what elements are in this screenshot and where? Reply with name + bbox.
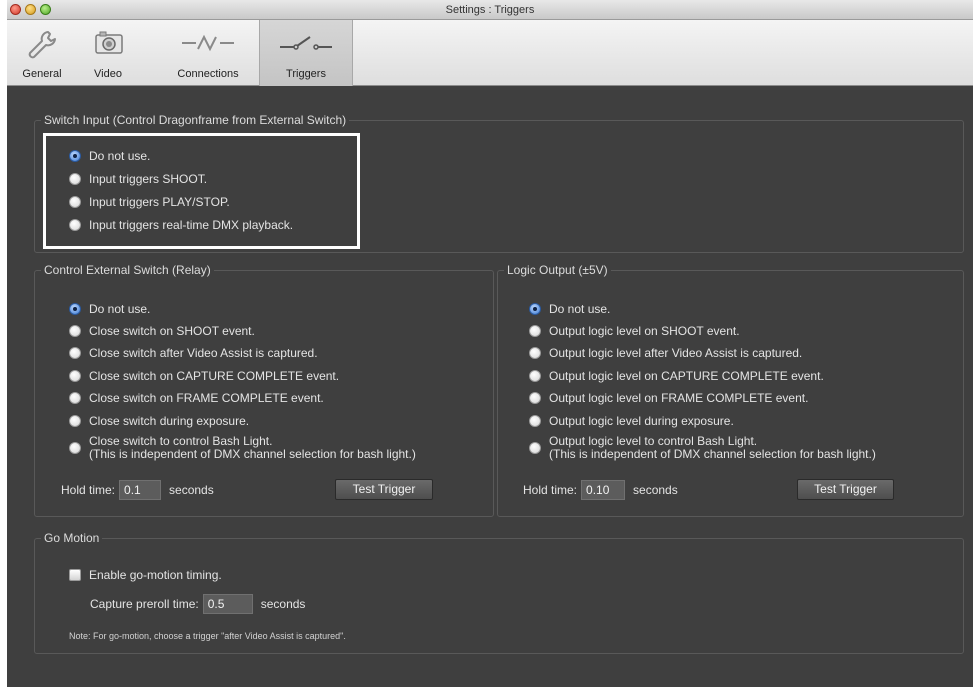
capture-preroll-label: Capture preroll time: <box>90 597 199 611</box>
capture-preroll: Capture preroll time: 0.5 seconds <box>90 594 305 614</box>
relay-option-exposure[interactable]: Close switch during exposure. <box>69 414 249 428</box>
hold-time-unit: seconds <box>169 483 214 497</box>
capture-preroll-unit: seconds <box>260 597 306 611</box>
radio-button-selected[interactable] <box>529 303 541 315</box>
relay-option-bash-light[interactable]: Close switch to control Bash Light. (Thi… <box>69 435 416 461</box>
tab-general-label: General <box>22 68 62 80</box>
logic-hold-time: Hold time: 0.10 seconds <box>523 480 678 500</box>
logic-option-bash-light[interactable]: Output logic level to control Bash Light… <box>529 435 876 461</box>
tab-connections-label: Connections <box>177 68 239 80</box>
logic-option-video-assist[interactable]: Output logic level after Video Assist is… <box>529 346 802 360</box>
tab-general[interactable]: General <box>7 20 77 86</box>
preferences-toolbar: General Video Connections Triggers <box>7 20 973 86</box>
enable-go-motion-label: Enable go-motion timing. <box>89 568 222 582</box>
switch-input-option-dmx[interactable]: Input triggers real-time DMX playback. <box>69 218 293 232</box>
logic-option-exposure[interactable]: Output logic level during exposure. <box>529 414 734 428</box>
radio-button-selected[interactable] <box>69 303 81 315</box>
settings-window: Settings : Triggers General Video Connec… <box>7 0 973 687</box>
radio-label: Output logic level after Video Assist is… <box>549 346 803 360</box>
radio-label: Output logic level on SHOOT event. <box>549 324 740 338</box>
triggers-panel: Switch Input (Control Dragonframe from E… <box>7 87 973 687</box>
switch-input-option-shoot[interactable]: Input triggers SHOOT. <box>69 172 207 186</box>
hold-time-label: Hold time: <box>61 483 116 497</box>
relay-option-video-assist[interactable]: Close switch after Video Assist is captu… <box>69 346 318 360</box>
radio-label: Close switch after Video Assist is captu… <box>89 346 318 360</box>
radio-label: Close switch during exposure. <box>89 414 250 428</box>
relay-test-trigger-button[interactable]: Test Trigger <box>335 479 433 500</box>
hold-time-unit: seconds <box>633 483 678 497</box>
radio-button[interactable] <box>69 442 81 454</box>
radio-label-multiline: Output logic level to control Bash Light… <box>549 435 876 461</box>
radio-button[interactable] <box>529 325 541 337</box>
capture-preroll-input[interactable]: 0.5 <box>202 594 253 614</box>
logic-option-shoot[interactable]: Output logic level on SHOOT event. <box>529 324 740 338</box>
radio-label: Do not use. <box>89 302 151 316</box>
logic-hold-time-input[interactable]: 0.10 <box>581 480 626 500</box>
radio-button[interactable] <box>69 196 81 208</box>
radio-label: Input triggers SHOOT. <box>89 172 208 186</box>
radio-button[interactable] <box>529 442 541 454</box>
radio-label: Output logic level during exposure. <box>549 414 734 428</box>
radio-label: Close switch on CAPTURE COMPLETE event. <box>89 369 340 383</box>
go-motion-note: Note: For go-motion, choose a trigger "a… <box>69 631 346 641</box>
radio-button[interactable] <box>529 370 541 382</box>
go-motion-title: Go Motion <box>41 531 103 545</box>
radio-label-multiline: Close switch to control Bash Light. (Thi… <box>89 435 416 461</box>
relay-hold-time: Hold time: 0.1 seconds <box>61 480 214 500</box>
relay-option-capture-complete[interactable]: Close switch on CAPTURE COMPLETE event. <box>69 369 339 383</box>
relay-option-do-not-use[interactable]: Do not use. <box>69 302 150 316</box>
radio-label: Do not use. <box>549 302 611 316</box>
radio-button[interactable] <box>529 392 541 404</box>
tab-video[interactable]: Video <box>79 20 137 86</box>
radio-button[interactable] <box>69 173 81 185</box>
radio-button[interactable] <box>69 370 81 382</box>
relay-option-shoot[interactable]: Close switch on SHOOT event. <box>69 324 255 338</box>
window-title: Settings : Triggers <box>445 4 535 16</box>
radio-button[interactable] <box>529 415 541 427</box>
tab-connections[interactable]: Connections <box>169 20 247 86</box>
hold-time-label: Hold time: <box>523 483 578 497</box>
relay-hold-time-input[interactable]: 0.1 <box>119 480 162 500</box>
radio-button-selected[interactable] <box>69 150 81 162</box>
tab-triggers[interactable]: Triggers <box>259 20 353 86</box>
radio-button[interactable] <box>69 392 81 404</box>
radio-label: Input triggers real-time DMX playback. <box>89 218 294 232</box>
relay-option-frame-complete[interactable]: Close switch on FRAME COMPLETE event. <box>69 391 324 405</box>
go-motion-enable[interactable]: Enable go-motion timing. <box>69 568 222 582</box>
radio-label: Output logic level on CAPTURE COMPLETE e… <box>549 369 824 383</box>
enable-go-motion-checkbox[interactable] <box>69 569 81 581</box>
radio-button[interactable] <box>69 219 81 231</box>
logic-test-trigger-button[interactable]: Test Trigger <box>797 479 894 500</box>
radio-label: Output logic level on FRAME COMPLETE eve… <box>549 391 809 405</box>
relay-title: Control External Switch (Relay) <box>41 263 214 277</box>
switch-input-option-do-not-use[interactable]: Do not use. <box>69 149 150 163</box>
radio-label: Do not use. <box>89 149 151 163</box>
logic-option-capture-complete[interactable]: Output logic level on CAPTURE COMPLETE e… <box>529 369 824 383</box>
logic-option-frame-complete[interactable]: Output logic level on FRAME COMPLETE eve… <box>529 391 808 405</box>
radio-label-note: (This is independent of DMX channel sele… <box>549 447 876 461</box>
radio-label-note: (This is independent of DMX channel sele… <box>89 447 416 461</box>
switch-input-title: Switch Input (Control Dragonframe from E… <box>41 113 350 127</box>
radio-label: Input triggers PLAY/STOP. <box>89 195 230 209</box>
tab-video-label: Video <box>94 68 122 80</box>
radio-button[interactable] <box>529 347 541 359</box>
switch-input-option-play-stop[interactable]: Input triggers PLAY/STOP. <box>69 195 230 209</box>
title-bar: Settings : Triggers <box>7 0 973 20</box>
logic-option-do-not-use[interactable]: Do not use. <box>529 302 610 316</box>
radio-button[interactable] <box>69 347 81 359</box>
radio-label: Close switch on FRAME COMPLETE event. <box>89 391 324 405</box>
tab-triggers-label: Triggers <box>286 68 326 80</box>
radio-button[interactable] <box>69 325 81 337</box>
radio-label: Close switch on SHOOT event. <box>89 324 255 338</box>
radio-button[interactable] <box>69 415 81 427</box>
logic-output-title: Logic Output (±5V) <box>504 263 611 277</box>
